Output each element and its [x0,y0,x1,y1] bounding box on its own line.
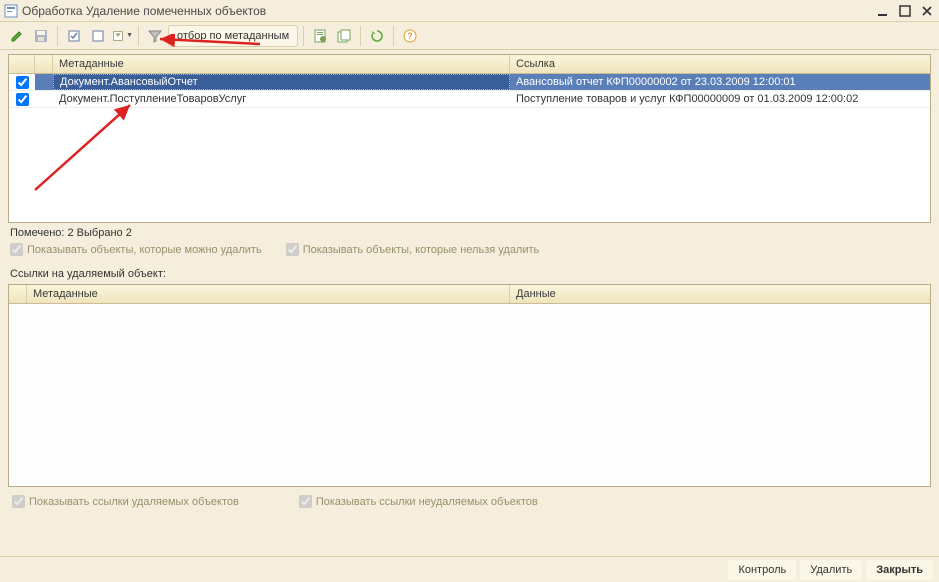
uncheck-all-icon[interactable] [87,25,109,47]
checkbox-refs-not-deletable [299,495,312,508]
row-link: Авансовый отчет КФП00000002 от 23.03.200… [510,74,930,90]
check-cannot-delete-label: Показывать объекты, которые нельзя удали… [303,244,540,256]
sheet-one-icon[interactable] [309,25,331,47]
funnel-icon[interactable] [144,25,166,47]
window-controls [875,3,935,19]
checkbox-can-delete [10,243,23,256]
titlebar: Обработка Удаление помеченных объектов [0,0,939,22]
row-checkbox[interactable] [16,93,29,106]
row-meta: Документ.ПоступлениеТоваровУслуг [53,91,510,107]
footer: Контроль Удалить Закрыть [0,556,939,582]
app-icon [4,4,18,18]
refs-grid: Метаданные Данные [8,284,931,487]
refs-grid-header: Метаданные Данные [9,285,930,304]
checkbox-refs-deletable [12,495,25,508]
col-check[interactable] [9,55,35,73]
refs-col-meta[interactable]: Метаданные [27,285,510,303]
close-action-button[interactable]: Закрыть [866,560,933,580]
check-all-icon[interactable] [63,25,85,47]
table-row[interactable]: Документ.ПоступлениеТоваровУслуг Поступл… [9,91,930,108]
refs-grid-body[interactable] [9,304,930,486]
save-icon[interactable] [30,25,52,47]
objects-grid-header: Метаданные Ссылка [9,55,930,74]
toolbar: ▼ отбор по метаданным ? [0,22,939,50]
delete-button[interactable]: Удалить [800,560,862,580]
col-link-header[interactable]: Ссылка [510,55,930,73]
refs-col-data[interactable]: Данные [510,285,930,303]
filter-dropdown-icon[interactable]: ▼ [111,25,133,47]
show-refs-not-deletable: Показывать ссылки неудаляемых объектов [299,495,538,508]
table-row[interactable]: Документ.АвансовыйОтчет Авансовый отчет … [9,74,930,91]
row-link: Поступление товаров и услуг КФП00000009 … [510,91,930,107]
row-checkbox[interactable] [16,76,29,89]
references-label: Ссылки на удаляемый объект: [8,264,931,284]
show-refs-deletable-label: Показывать ссылки удаляемых объектов [29,496,239,508]
col-meta-header[interactable]: Метаданные [53,55,510,73]
window-title: Обработка Удаление помеченных объектов [22,4,875,18]
objects-grid: Метаданные Ссылка Документ.АвансовыйОтче… [8,54,931,223]
objects-grid-body[interactable]: Документ.АвансовыйОтчет Авансовый отчет … [9,74,930,222]
col-spacer [9,285,27,303]
check-can-delete: Показывать объекты, которые можно удалит… [10,243,262,256]
help-icon[interactable]: ? [399,25,421,47]
filter-by-metadata-button[interactable]: отбор по метаданным [168,25,298,47]
check-can-delete-label: Показывать объекты, которые можно удалит… [27,244,262,256]
minimize-button[interactable] [875,3,891,19]
checkbox-cannot-delete [286,243,299,256]
status-text: Помечено: 2 Выбрано 2 [8,223,931,241]
col-spacer [35,55,53,73]
show-refs-deletable: Показывать ссылки удаляемых объектов [12,495,239,508]
sheet-stack-icon[interactable] [333,25,355,47]
svg-text:?: ? [407,31,413,41]
refresh-icon[interactable] [366,25,388,47]
chevron-down-icon: ▼ [126,32,133,39]
check-cannot-delete: Показывать объекты, которые нельзя удали… [286,243,540,256]
maximize-button[interactable] [897,3,913,19]
close-button[interactable] [919,3,935,19]
show-refs-not-deletable-label: Показывать ссылки неудаляемых объектов [316,496,538,508]
edit-icon[interactable] [6,25,28,47]
control-button[interactable]: Контроль [728,560,796,580]
row-meta: Документ.АвансовыйОтчет [53,74,510,90]
